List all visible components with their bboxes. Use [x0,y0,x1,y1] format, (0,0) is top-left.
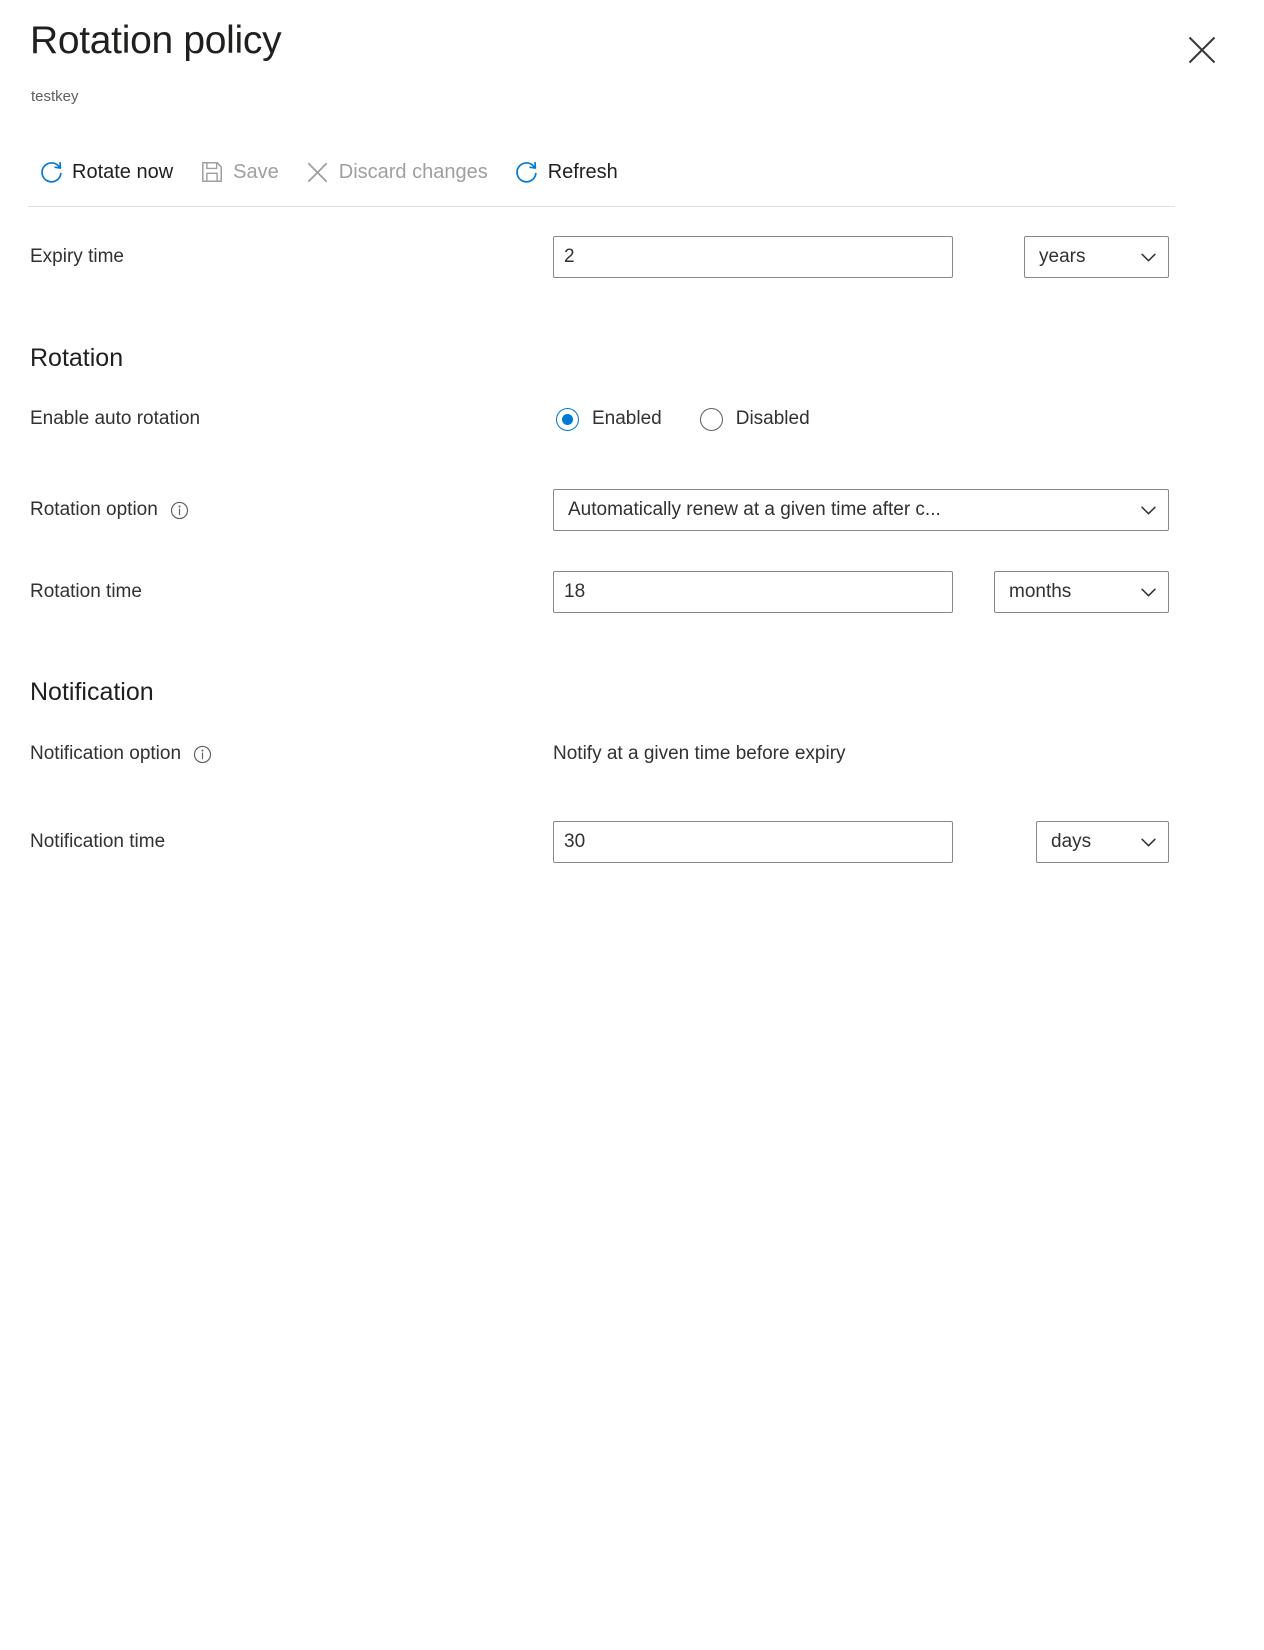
radio-mark-unselected [700,408,723,431]
notification-time-label: Notification time [30,831,165,853]
radio-option-enabled[interactable]: Enabled [556,408,662,431]
chevron-down-icon [1139,501,1158,520]
save-label: Save [229,161,279,184]
notification-time-row: Notification time days [0,820,1264,864]
rotation-time-input[interactable] [553,571,953,613]
notification-time-unit-select[interactable]: days [1036,821,1169,863]
refresh-icon [510,157,544,187]
radio-label-disabled: Disabled [736,408,810,430]
rotation-option-label-text: Rotation option [30,499,158,521]
enable-auto-rotation-label: Enable auto rotation [30,408,200,430]
expiry-time-unit-select[interactable]: years [1024,236,1169,278]
page-title: Rotation policy [30,19,281,64]
rotate-icon [34,157,68,187]
expiry-time-label: Expiry time [30,246,124,268]
enable-auto-rotation-radio-group: Enabled Disabled [556,408,848,431]
info-icon[interactable] [170,501,189,520]
radio-label-enabled: Enabled [592,408,662,430]
refresh-button[interactable]: Refresh [504,149,630,195]
notification-section-heading: Notification [30,678,154,707]
chevron-down-icon [1139,248,1158,267]
info-icon[interactable] [193,745,212,764]
close-button[interactable] [1180,28,1224,72]
rotation-option-value: Automatically renew at a given time afte… [568,499,941,521]
refresh-label: Refresh [544,161,618,184]
rotation-time-label: Rotation time [30,581,142,603]
rotation-section-heading: Rotation [30,344,123,373]
notification-time-input[interactable] [553,821,953,863]
rotation-time-unit-value: months [1009,581,1071,603]
expiry-time-unit-value: years [1039,246,1085,268]
chevron-down-icon [1139,833,1158,852]
save-icon [195,157,229,187]
expiry-time-input[interactable] [553,236,953,278]
notification-time-unit-value: days [1051,831,1091,853]
page-subtitle: testkey [31,88,79,105]
rotate-now-label: Rotate now [68,161,173,184]
notification-option-label: Notification option [30,743,212,765]
command-bar: Rotate now Save Discard changes Refresh [28,148,634,196]
discard-icon [301,157,335,187]
notification-option-label-text: Notification option [30,743,181,765]
toolbar-divider [28,206,1175,207]
enable-auto-rotation-row: Enable auto rotation Enabled Disabled [0,397,1264,441]
radio-dot [562,414,573,425]
rotation-option-select[interactable]: Automatically renew at a given time afte… [553,489,1169,531]
discard-changes-button[interactable]: Discard changes [295,149,500,195]
rotation-time-row: Rotation time months [0,570,1264,614]
radio-mark-selected [556,408,579,431]
radio-option-disabled[interactable]: Disabled [700,408,810,431]
discard-changes-label: Discard changes [335,161,488,184]
save-button[interactable]: Save [189,149,291,195]
chevron-down-icon [1139,583,1158,602]
notification-option-row: Notification option Notify at a given ti… [0,732,1264,776]
rotation-time-unit-select[interactable]: months [994,571,1169,613]
expiry-time-row: Expiry time years [0,235,1264,279]
close-icon [1187,35,1217,65]
rotation-option-row: Rotation option Automatically renew at a… [0,488,1264,532]
rotation-option-label: Rotation option [30,499,189,521]
rotate-now-button[interactable]: Rotate now [28,149,185,195]
notification-option-value: Notify at a given time before expiry [553,743,846,765]
